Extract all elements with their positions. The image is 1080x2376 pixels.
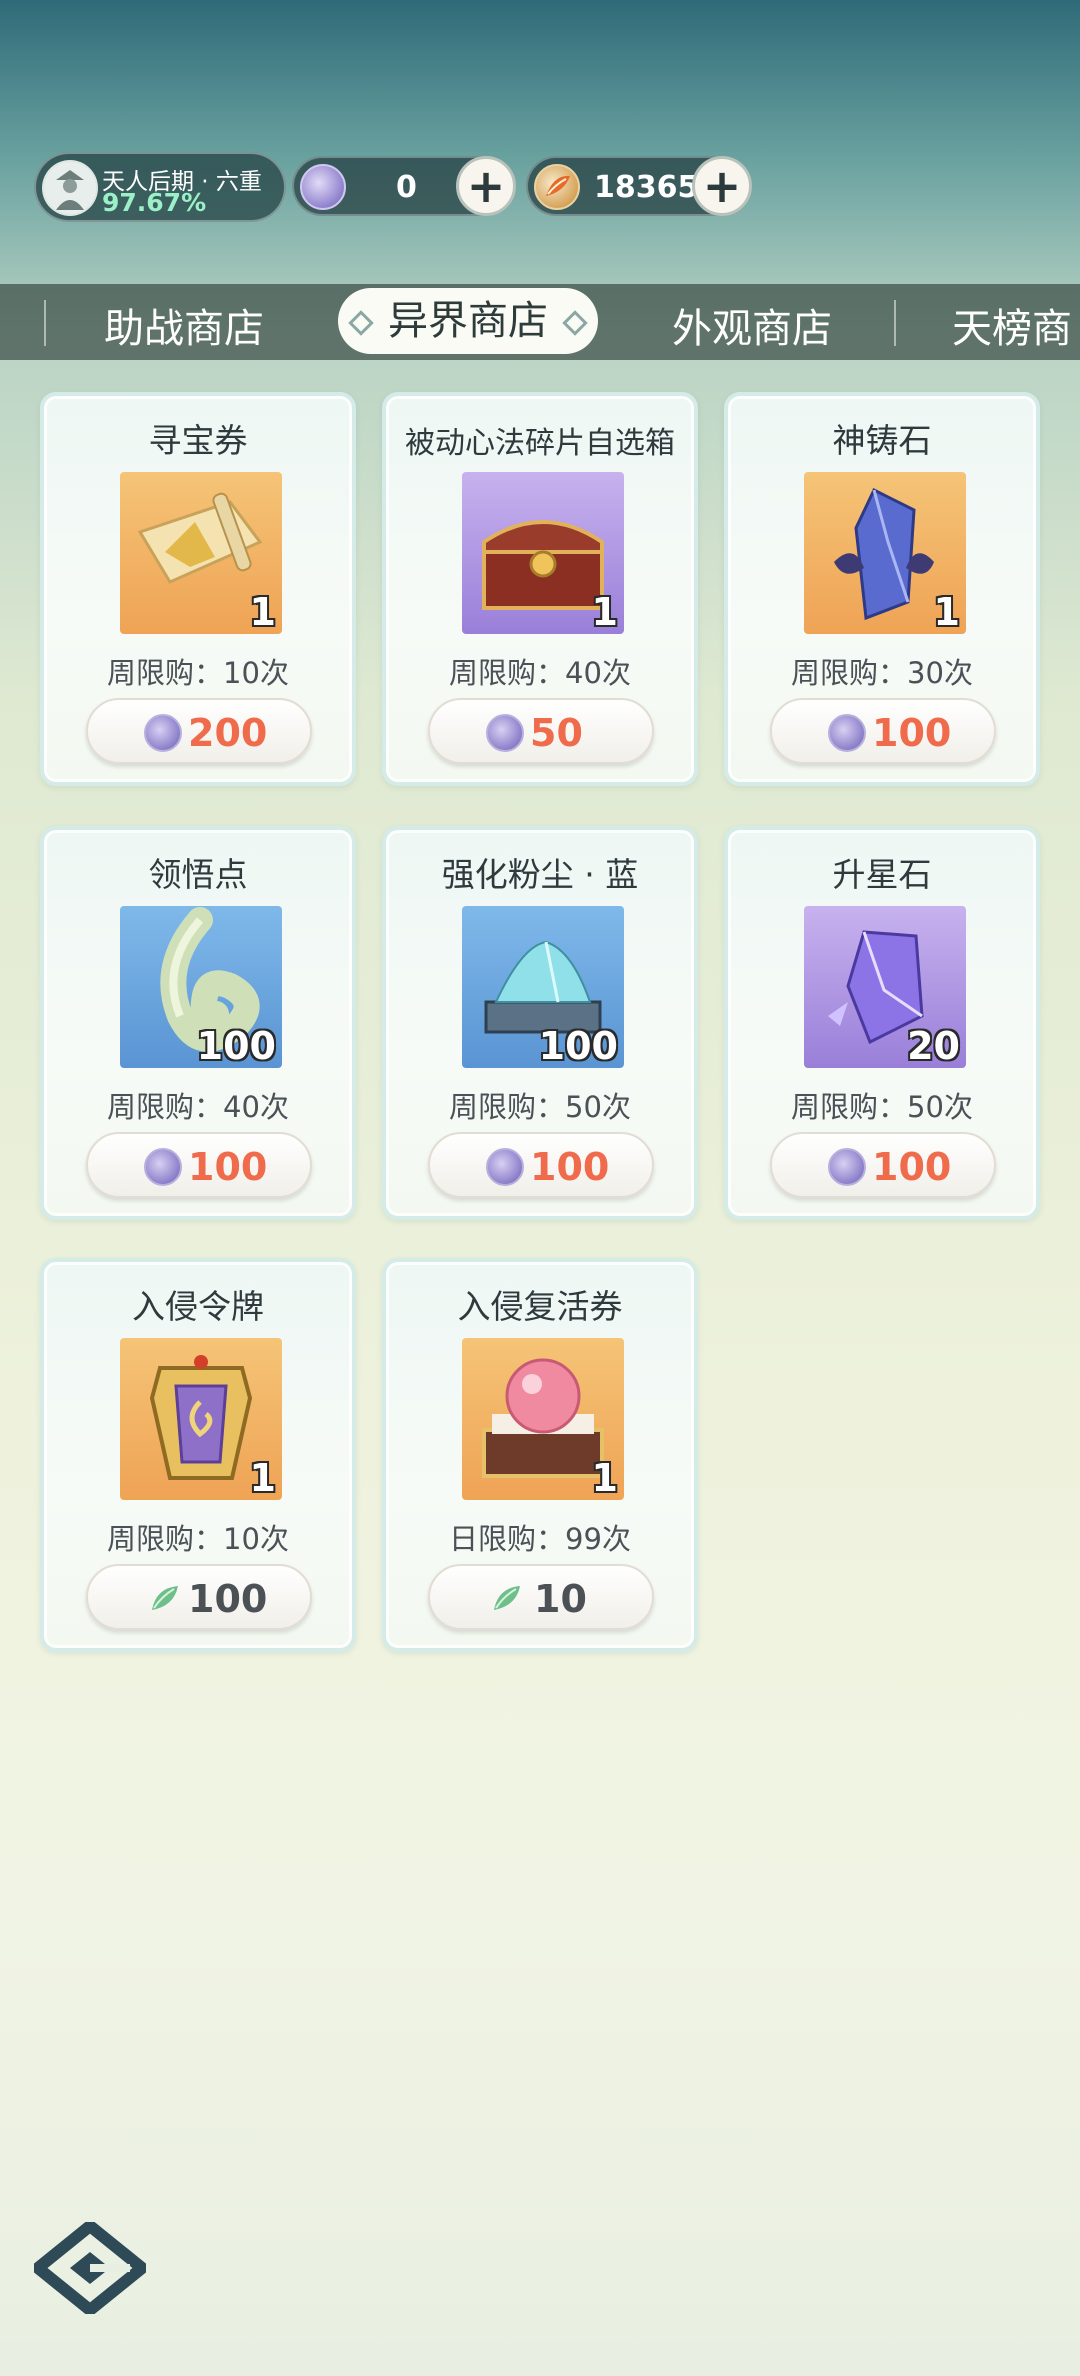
buy-button[interactable]: 100 bbox=[428, 1132, 654, 1198]
game-menu-logo-icon[interactable] bbox=[34, 2222, 146, 2314]
shop-item-card[interactable]: 领悟点 100 周限购：40次 100 bbox=[40, 826, 356, 1220]
buy-button[interactable]: 10 bbox=[428, 1564, 654, 1630]
item-quantity: 1 bbox=[249, 590, 276, 634]
invasion-token-icon: 1 bbox=[120, 1338, 282, 1500]
tab-assist-shop[interactable]: 助战商店 bbox=[104, 296, 264, 354]
tab-ranking-shop[interactable]: 天榜商 bbox=[952, 296, 1072, 354]
tab-appearance-shop[interactable]: 外观商店 bbox=[672, 296, 832, 354]
currency-purple-value: 0 bbox=[396, 170, 417, 205]
leaf-coin-icon bbox=[534, 164, 580, 210]
item-quantity: 1 bbox=[591, 1456, 618, 1500]
currency-purple: 0 + bbox=[292, 156, 516, 216]
purchase-limit: 日限购：99次 bbox=[449, 1522, 631, 1556]
item-name: 被动心法碎片自选箱 bbox=[405, 426, 675, 461]
item-price: 10 bbox=[534, 1577, 587, 1621]
tab-divider bbox=[894, 300, 896, 346]
purchase-limit: 周限购：40次 bbox=[107, 1090, 289, 1124]
jade-pendant-icon: 100 bbox=[120, 906, 282, 1068]
item-price: 50 bbox=[530, 711, 583, 755]
item-price: 100 bbox=[872, 711, 952, 755]
shop-item-card[interactable]: 被动心法碎片自选箱 1 周限购：40次 50 bbox=[382, 392, 698, 786]
item-price: 100 bbox=[188, 1145, 268, 1189]
star-stone-icon: 20 bbox=[804, 906, 966, 1068]
currency-leaf: 18365 + bbox=[526, 156, 752, 216]
item-name: 升星石 bbox=[832, 855, 932, 894]
shop-item-card[interactable]: 强化粉尘 · 蓝 100 周限购：50次 100 bbox=[382, 826, 698, 1220]
purple-coin-icon bbox=[144, 714, 182, 752]
item-name: 寻宝券 bbox=[148, 421, 248, 460]
purple-coin-icon bbox=[300, 164, 346, 210]
treasure-chest-icon: 1 bbox=[462, 472, 624, 634]
purple-coin-icon bbox=[828, 714, 866, 752]
purchase-limit: 周限购：50次 bbox=[791, 1090, 973, 1124]
item-quantity: 20 bbox=[907, 1024, 960, 1068]
shop-item-card[interactable]: 升星石 20 周限购：50次 100 bbox=[724, 826, 1040, 1220]
character-avatar-icon bbox=[42, 160, 98, 216]
leaf-coin-icon bbox=[152, 1586, 178, 1610]
currency-leaf-value: 18365 bbox=[594, 170, 699, 205]
purple-coin-icon bbox=[144, 1148, 182, 1186]
buy-button[interactable]: 100 bbox=[86, 1132, 312, 1198]
purple-coin-icon bbox=[486, 714, 524, 752]
enhance-dust-icon: 100 bbox=[462, 906, 624, 1068]
forge-stone-icon: 1 bbox=[804, 472, 966, 634]
item-quantity: 1 bbox=[933, 590, 960, 634]
buy-button[interactable]: 100 bbox=[770, 698, 996, 764]
item-quantity: 100 bbox=[196, 1024, 276, 1068]
realm-progress: 97.67% bbox=[102, 188, 207, 217]
revive-ticket-icon: 1 bbox=[462, 1338, 624, 1500]
shop-tabbar: 助战商店 异界商店 外观商店 天榜商 bbox=[0, 284, 1080, 360]
item-price: 200 bbox=[188, 711, 268, 755]
item-price: 100 bbox=[530, 1145, 610, 1189]
buy-button[interactable]: 50 bbox=[428, 698, 654, 764]
purchase-limit: 周限购：40次 bbox=[449, 656, 631, 690]
tab-otherworld-shop[interactable]: 异界商店 bbox=[338, 288, 598, 354]
purchase-limit: 周限购：10次 bbox=[107, 1522, 289, 1556]
item-quantity: 100 bbox=[538, 1024, 618, 1068]
item-price: 100 bbox=[872, 1145, 952, 1189]
buy-button[interactable]: 100 bbox=[86, 1564, 312, 1630]
buy-button[interactable]: 100 bbox=[770, 1132, 996, 1198]
purchase-limit: 周限购：50次 bbox=[449, 1090, 631, 1124]
add-leaf-currency-button[interactable]: + bbox=[692, 156, 752, 216]
add-purple-currency-button[interactable]: + bbox=[456, 156, 516, 216]
purchase-limit: 周限购：30次 bbox=[791, 656, 973, 690]
item-price: 100 bbox=[188, 1577, 268, 1621]
purchase-limit: 周限购：10次 bbox=[107, 656, 289, 690]
item-name: 强化粉尘 · 蓝 bbox=[441, 855, 639, 894]
leaf-coin-icon bbox=[494, 1586, 520, 1610]
item-name: 神铸石 bbox=[832, 421, 932, 460]
shop-item-card[interactable]: 寻宝券 1 周限购：10次 200 bbox=[40, 392, 356, 786]
item-name: 入侵令牌 bbox=[132, 1287, 264, 1326]
item-quantity: 1 bbox=[249, 1456, 276, 1500]
shop-item-card[interactable]: 入侵令牌 1 周限购：10次 100 bbox=[40, 1258, 356, 1652]
shop-item-card[interactable]: 神铸石 1 周限购：30次 100 bbox=[724, 392, 1040, 786]
tab-divider bbox=[44, 300, 46, 346]
item-name: 领悟点 bbox=[148, 855, 248, 894]
item-quantity: 1 bbox=[591, 590, 618, 634]
purple-coin-icon bbox=[486, 1148, 524, 1186]
purple-coin-icon bbox=[828, 1148, 866, 1186]
buy-button[interactable]: 200 bbox=[86, 698, 312, 764]
shop-item-card[interactable]: 入侵复活券 1 日限购：99次 10 bbox=[382, 1258, 698, 1652]
item-name: 入侵复活券 bbox=[457, 1287, 623, 1326]
realm-badge[interactable]: 天人后期 · 六重 97.67% bbox=[34, 152, 286, 222]
treasure-map-icon: 1 bbox=[120, 472, 282, 634]
